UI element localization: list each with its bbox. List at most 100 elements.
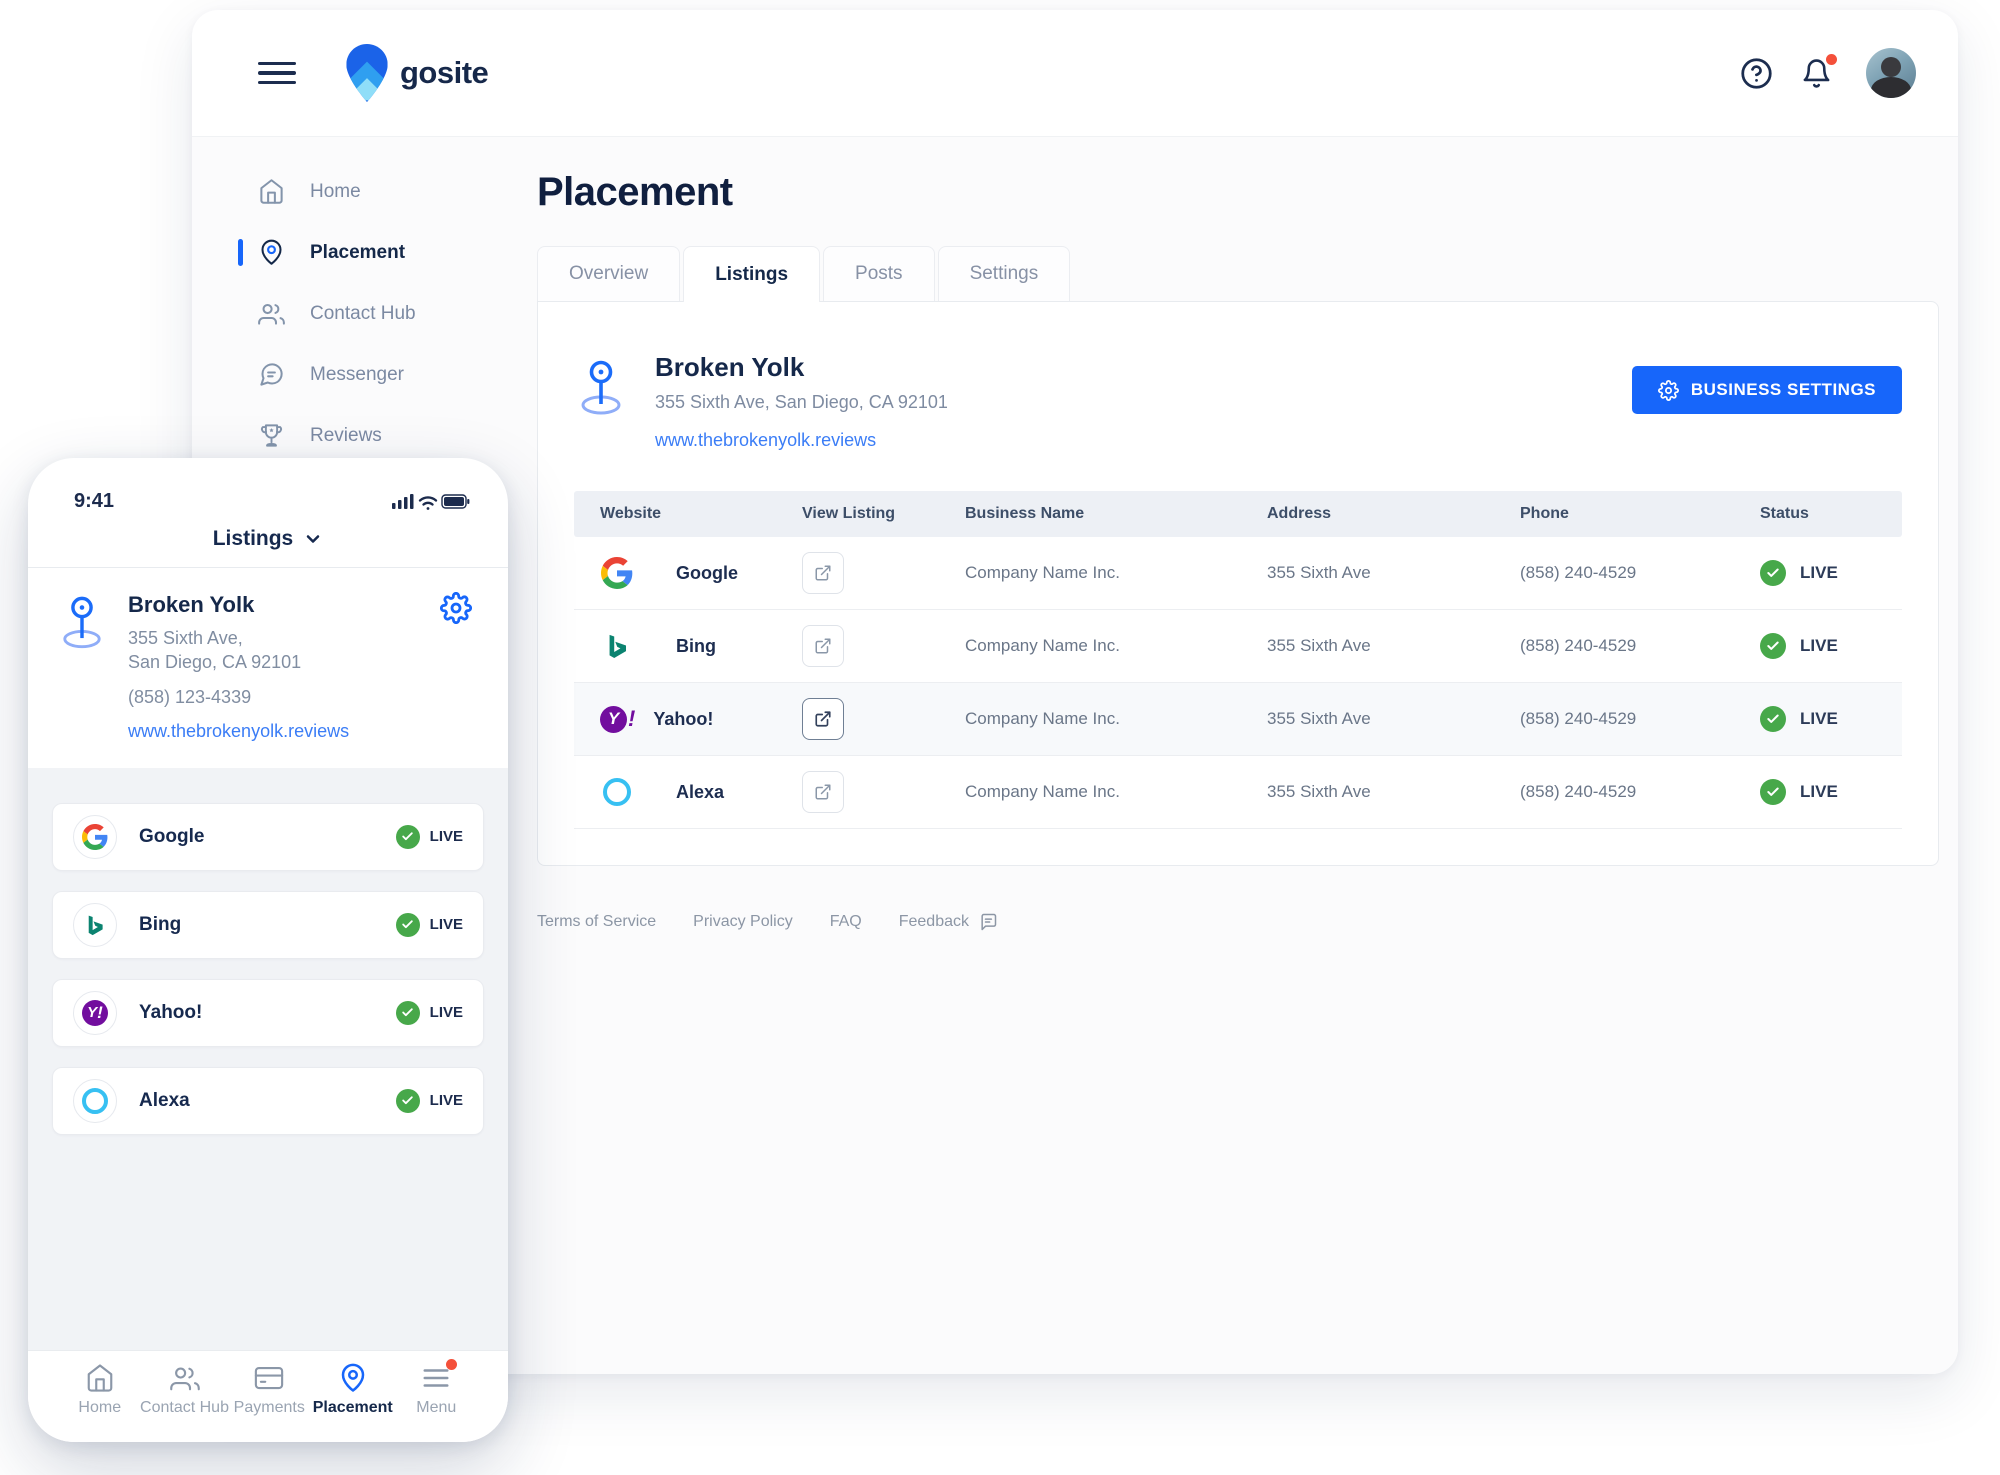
user-avatar[interactable] <box>1866 48 1916 98</box>
sidebar-item-label: Placement <box>310 241 406 263</box>
sidebar-item-home[interactable]: Home <box>192 161 537 222</box>
tab-bar: Overview Listings Posts Settings <box>537 246 1958 302</box>
phone-listings-area: Google LIVE Bing LIVE Y! Yahoo! LIVE Ale… <box>28 767 508 1350</box>
nav-item-contact-hub[interactable]: Contact Hub <box>140 1363 229 1442</box>
listing-site-name: Alexa <box>139 1089 190 1111</box>
address-cell: 355 Sixth Ave <box>1267 782 1371 801</box>
phone-business-card: Broken Yolk 355 Sixth Ave, San Diego, CA… <box>28 568 508 768</box>
faq-link[interactable]: FAQ <box>830 913 862 931</box>
column-header: Website <box>600 505 662 522</box>
page-title: Placement <box>537 170 733 214</box>
listing-site-name: Yahoo! <box>139 1001 203 1023</box>
status-time: 9:41 <box>74 490 115 512</box>
tab-overview[interactable]: Overview <box>537 246 681 301</box>
business-name-cell: Company Name Inc. <box>965 782 1120 801</box>
tab-listings[interactable]: Listings <box>683 246 821 302</box>
business-website-link[interactable]: www.thebrokenyolk.reviews <box>655 430 948 451</box>
footer-links: Terms of Service Privacy Policy FAQ Feed… <box>537 912 1958 932</box>
business-website-link[interactable]: www.thebrokenyolk.reviews <box>128 721 349 742</box>
status-badge: LIVE <box>429 1092 463 1110</box>
sidebar-item-label: Home <box>310 180 361 202</box>
contacts-icon <box>169 1363 200 1393</box>
sidebar-item-contact-hub[interactable]: Contact Hub <box>192 283 537 344</box>
nav-item-payments[interactable]: Payments <box>228 1363 312 1442</box>
listing-card-bing[interactable]: Bing LIVE <box>52 890 484 959</box>
business-name-cell: Company Name Inc. <box>965 563 1120 582</box>
status-badge: LIVE <box>429 828 463 846</box>
phone-bottom-nav: Home Contact Hub Payments Placement Menu <box>28 1350 508 1442</box>
reviews-trophy-icon <box>258 422 285 449</box>
table-row-google: Google Company Name Inc. 355 Sixth Ave (… <box>574 537 1902 610</box>
menu-toggle-icon[interactable] <box>258 56 296 91</box>
mobile-mockup: 9:41 Listings Broken Yolk 355 Sixth Ave,… <box>28 458 508 1442</box>
business-info: Broken Yolk 355 Sixth Ave, San Diego, CA… <box>655 352 948 451</box>
business-settings-button[interactable]: BUSINESS SETTINGS <box>1631 366 1902 414</box>
view-listing-button[interactable] <box>802 771 844 813</box>
phone-status-bar: 9:41 <box>28 458 508 513</box>
sidebar-item-label: Contact Hub <box>310 302 416 324</box>
sidebar-item-messenger[interactable]: Messenger <box>192 344 537 405</box>
main-content: Placement Overview Listings Posts Settin… <box>537 137 1958 1374</box>
tab-posts[interactable]: Posts <box>823 246 935 301</box>
phone-page-title: Listings <box>212 527 294 550</box>
live-check-icon <box>395 824 420 849</box>
logo-wordmark: gosite <box>400 55 489 90</box>
contacts-icon <box>258 300 285 327</box>
feedback-link[interactable]: Feedback <box>899 912 998 932</box>
external-link-icon <box>815 711 831 727</box>
phone-page-selector[interactable]: Listings <box>28 527 508 551</box>
view-listing-button[interactable] <box>802 625 844 667</box>
yahoo-icon: Y! <box>73 990 117 1035</box>
sidebar-item-label: Messenger <box>310 363 404 385</box>
table-row-yahoo: Y! Yahoo! Company Name Inc. 355 Sixth Av… <box>574 683 1902 756</box>
gosite-pin-icon <box>346 44 388 102</box>
terms-of-service-link[interactable]: Terms of Service <box>537 913 656 931</box>
notifications-bell-icon[interactable] <box>1801 53 1837 89</box>
google-icon <box>600 556 634 590</box>
nav-item-placement[interactable]: Placement <box>311 1363 395 1442</box>
privacy-policy-link[interactable]: Privacy Policy <box>693 913 793 931</box>
nav-item-home[interactable]: Home <box>58 1363 142 1442</box>
sidebar-item-placement[interactable]: Placement <box>192 222 537 283</box>
gosite-logo[interactable]: gosite <box>346 44 489 102</box>
nav-item-menu[interactable]: Menu <box>395 1359 479 1442</box>
help-icon[interactable] <box>1740 57 1773 90</box>
table-row-alexa: Alexa Company Name Inc. 355 Sixth Ave (8… <box>574 756 1902 829</box>
location-pin-icon <box>578 360 624 416</box>
site-name: Yahoo! <box>653 708 714 729</box>
status-badge: LIVE <box>429 1004 463 1022</box>
phone-cell: (858) 240-4529 <box>1520 636 1637 655</box>
view-listing-button[interactable] <box>802 552 844 594</box>
listing-card-google[interactable]: Google LIVE <box>52 802 484 871</box>
external-link-icon <box>815 784 831 800</box>
sidebar-item-label: Reviews <box>310 424 382 446</box>
bing-icon <box>600 629 634 663</box>
placement-pin-icon <box>258 239 285 266</box>
column-header: Address <box>1267 505 1332 522</box>
sidebar-item-reviews[interactable]: Reviews <box>192 405 537 466</box>
alexa-icon <box>73 1078 117 1123</box>
live-check-icon <box>395 912 420 937</box>
business-name: Broken Yolk <box>128 592 255 617</box>
messenger-icon <box>258 361 285 388</box>
business-name: Broken Yolk <box>655 352 805 382</box>
feedback-comment-icon <box>978 912 998 932</box>
external-link-icon <box>815 565 831 581</box>
listing-card-yahoo[interactable]: Y! Yahoo! LIVE <box>52 978 484 1047</box>
view-listing-button[interactable] <box>802 698 844 740</box>
menu-notification-badge <box>446 1359 458 1370</box>
signal-wifi-battery-icons <box>392 493 470 510</box>
business-phone: (858) 123-4339 <box>128 686 252 707</box>
settings-gear-icon[interactable] <box>440 592 472 742</box>
gear-icon <box>1657 379 1679 401</box>
tab-settings[interactable]: Settings <box>937 246 1071 301</box>
business-name-cell: Company Name Inc. <box>965 636 1120 655</box>
live-check-icon <box>1760 779 1786 805</box>
header-actions <box>1740 48 1916 98</box>
address-cell: 355 Sixth Ave <box>1267 563 1371 582</box>
listing-card-alexa[interactable]: Alexa LIVE <box>52 1066 484 1135</box>
site-name: Bing <box>676 635 716 656</box>
business-name-cell: Company Name Inc. <box>965 709 1120 728</box>
app-header: gosite <box>192 10 1958 137</box>
live-check-icon <box>1760 560 1786 586</box>
